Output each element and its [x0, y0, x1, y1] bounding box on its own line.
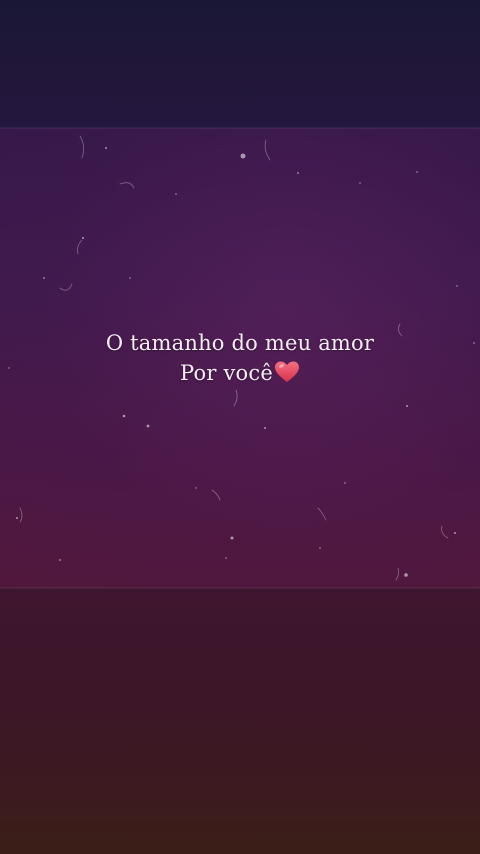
caption-line-2: Por você — [0, 358, 480, 388]
video-frame: O tamanho do meu amor Por você — [0, 0, 480, 854]
bottom-band — [0, 588, 480, 854]
heart-icon — [274, 361, 299, 382]
caption-line-1: O tamanho do meu amor — [105, 331, 375, 355]
top-band — [0, 0, 480, 128]
caption-line-2-text: Por você — [180, 361, 273, 385]
caption-text: O tamanho do meu amor Por você — [0, 328, 480, 388]
